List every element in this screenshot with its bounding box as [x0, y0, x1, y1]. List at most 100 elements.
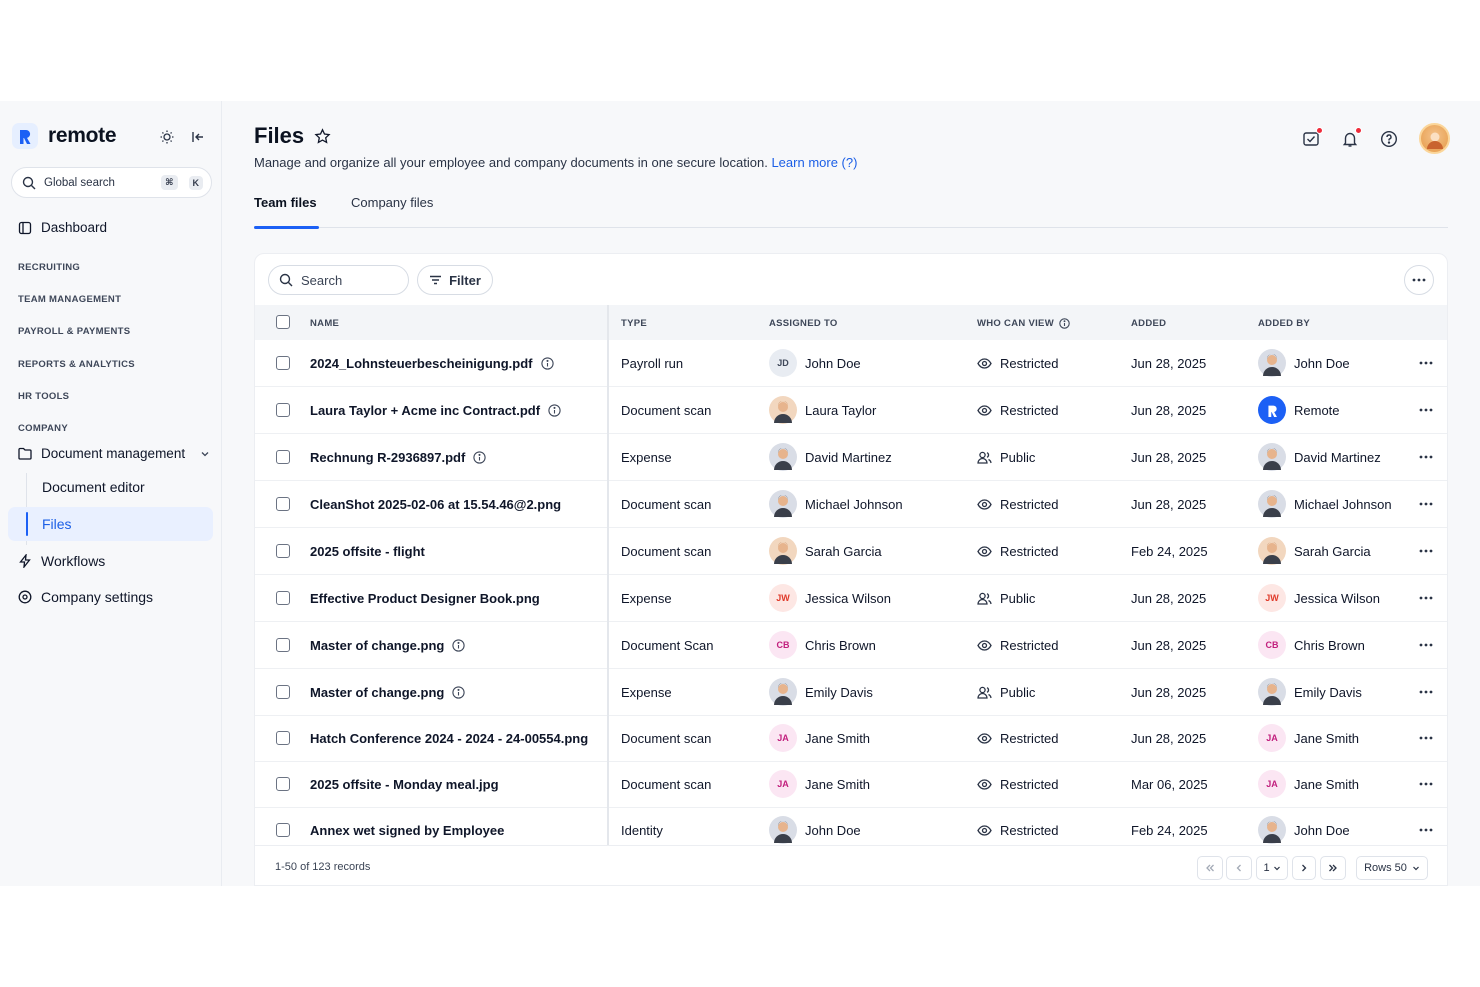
assigned-to-cell[interactable]: Emily Davis [769, 678, 873, 706]
added-by-cell[interactable]: Remote [1258, 396, 1340, 424]
sidebar-item-workflows[interactable]: Workflows [18, 553, 105, 569]
added-by-cell[interactable]: Emily Davis [1258, 678, 1362, 706]
added-by-cell[interactable]: John Doe [1258, 349, 1350, 377]
added-by-cell[interactable]: John Doe [1258, 816, 1350, 844]
file-name-cell[interactable]: Rechnung R-2936897.pdf [310, 450, 486, 465]
row-checkbox[interactable] [276, 638, 290, 652]
column-header-who-can-view[interactable]: WHO CAN VIEW [977, 318, 1070, 329]
table-row[interactable]: Hatch Conference 2024 - 2024 - 24-00554.… [255, 715, 1447, 762]
more-options-button[interactable] [1404, 265, 1434, 295]
row-checkbox[interactable] [276, 731, 290, 745]
table-row[interactable]: 2024_Lohnsteuerbescheinigung.pdf Payroll… [255, 340, 1447, 387]
file-name-cell[interactable]: Hatch Conference 2024 - 2024 - 24-00554.… [310, 731, 588, 746]
added-by-cell[interactable]: CB Chris Brown [1258, 631, 1365, 659]
file-name-cell[interactable]: Annex wet signed by Employee [310, 823, 504, 838]
row-checkbox[interactable] [276, 356, 290, 370]
file-name-cell[interactable]: Effective Product Designer Book.png [310, 591, 540, 606]
nav-group-recruiting[interactable]: RECRUITING [18, 262, 80, 273]
row-actions-button[interactable] [1419, 736, 1433, 740]
row-checkbox[interactable] [276, 823, 290, 837]
brand-logo[interactable]: remote [12, 123, 117, 149]
file-name-cell[interactable]: 2025 offsite - flight [310, 544, 425, 559]
info-icon[interactable] [540, 357, 554, 370]
row-actions-button[interactable] [1419, 596, 1433, 600]
assigned-to-cell[interactable]: JA Jane Smith [769, 724, 870, 752]
table-row[interactable]: 2025 offsite - Monday meal.jpg Document … [255, 761, 1447, 808]
tab-team-files[interactable]: Team files [254, 195, 319, 229]
first-page-button[interactable] [1197, 856, 1223, 880]
row-actions-button[interactable] [1419, 782, 1433, 786]
sidebar-item-company-settings[interactable]: Company settings [18, 589, 153, 605]
column-header-added-by[interactable]: ADDED BY [1258, 318, 1310, 329]
column-header-name[interactable]: NAME [310, 318, 339, 329]
assigned-to-cell[interactable]: John Doe [769, 816, 861, 844]
row-actions-button[interactable] [1419, 828, 1433, 832]
table-row[interactable]: Master of change.png Expense Emily Davis… [255, 669, 1447, 716]
file-name-cell[interactable]: CleanShot 2025-02-06 at 15.54.46@2.png [310, 497, 561, 512]
file-name-cell[interactable]: 2025 offsite - Monday meal.jpg [310, 777, 499, 792]
sidebar-item-document-editor[interactable]: Document editor [42, 479, 145, 495]
file-name-cell[interactable]: Laura Taylor + Acme inc Contract.pdf [310, 403, 561, 418]
added-by-cell[interactable]: JA Jane Smith [1258, 770, 1359, 798]
select-all-checkbox[interactable] [276, 315, 290, 329]
sidebar-item-document-management[interactable]: Document management [18, 446, 210, 461]
column-header-type[interactable]: TYPE [621, 318, 647, 329]
info-icon[interactable] [473, 451, 486, 464]
table-row[interactable]: 2025 offsite - flight Document scan Sara… [255, 528, 1447, 575]
column-header-assigned-to[interactable]: ASSIGNED TO [769, 318, 838, 329]
row-actions-button[interactable] [1419, 690, 1433, 694]
row-actions-button[interactable] [1419, 643, 1433, 647]
bell-icon[interactable] [1341, 126, 1362, 148]
help-icon[interactable] [1380, 130, 1398, 148]
assigned-to-cell[interactable]: Sarah Garcia [769, 537, 882, 565]
row-checkbox[interactable] [276, 777, 290, 791]
learn-more-link[interactable]: Learn more (?) [771, 155, 857, 170]
row-checkbox[interactable] [276, 403, 290, 417]
info-icon[interactable] [1059, 318, 1070, 329]
assigned-to-cell[interactable]: Michael Johnson [769, 490, 903, 518]
assigned-to-cell[interactable]: Laura Taylor [769, 396, 876, 424]
previous-page-button[interactable] [1226, 856, 1252, 880]
assigned-to-cell[interactable]: JA Jane Smith [769, 770, 870, 798]
added-by-cell[interactable]: Sarah Garcia [1258, 537, 1371, 565]
nav-group-reports-analytics[interactable]: REPORTS & ANALYTICS [18, 359, 135, 370]
table-row[interactable]: Laura Taylor + Acme inc Contract.pdf Doc… [255, 387, 1447, 434]
nav-group-team-management[interactable]: TEAM MANAGEMENT [18, 294, 121, 305]
table-row[interactable]: CleanShot 2025-02-06 at 15.54.46@2.png D… [255, 481, 1447, 528]
added-by-cell[interactable]: David Martinez [1258, 443, 1381, 471]
global-search-input[interactable]: Global search ⌘ K [11, 167, 212, 198]
nav-group-payroll-payments[interactable]: PAYROLL & PAYMENTS [18, 326, 130, 337]
file-name-cell[interactable]: Master of change.png [310, 685, 466, 700]
row-checkbox[interactable] [276, 544, 290, 558]
row-actions-button[interactable] [1419, 455, 1433, 459]
row-checkbox[interactable] [276, 591, 290, 605]
last-page-button[interactable] [1320, 856, 1346, 880]
row-checkbox[interactable] [276, 450, 290, 464]
tab-company-files[interactable]: Company files [351, 195, 433, 228]
collapse-sidebar-icon[interactable] [188, 127, 208, 147]
rows-per-page-select[interactable]: Rows 50 [1356, 856, 1428, 880]
table-row[interactable]: Rechnung R-2936897.pdf Expense David Mar… [255, 434, 1447, 481]
row-actions-button[interactable] [1419, 361, 1433, 365]
added-by-cell[interactable]: Michael Johnson [1258, 490, 1392, 518]
row-actions-button[interactable] [1419, 502, 1433, 506]
info-icon[interactable] [548, 404, 561, 417]
table-row[interactable]: Master of change.png Document Scan CB Ch… [255, 622, 1447, 669]
assigned-to-cell[interactable]: JD John Doe [769, 349, 861, 377]
assigned-to-cell[interactable]: CB Chris Brown [769, 631, 876, 659]
favorite-star-icon[interactable] [314, 128, 331, 150]
column-header-added[interactable]: ADDED [1131, 318, 1166, 329]
added-by-cell[interactable]: JA Jane Smith [1258, 724, 1359, 752]
info-icon[interactable] [452, 686, 466, 699]
nav-group-hr-tools[interactable]: HR TOOLS [18, 391, 69, 402]
theme-toggle-sun-icon[interactable] [157, 127, 177, 147]
file-name-cell[interactable]: Master of change.png [310, 638, 466, 653]
inbox-icon[interactable] [1302, 126, 1323, 148]
info-icon[interactable] [452, 639, 466, 652]
user-avatar[interactable] [1419, 123, 1450, 154]
row-actions-button[interactable] [1419, 408, 1433, 412]
table-row[interactable]: Effective Product Designer Book.png Expe… [255, 575, 1447, 622]
added-by-cell[interactable]: JW Jessica Wilson [1258, 584, 1380, 612]
row-actions-button[interactable] [1419, 549, 1433, 553]
file-name-cell[interactable]: 2024_Lohnsteuerbescheinigung.pdf [310, 356, 554, 371]
